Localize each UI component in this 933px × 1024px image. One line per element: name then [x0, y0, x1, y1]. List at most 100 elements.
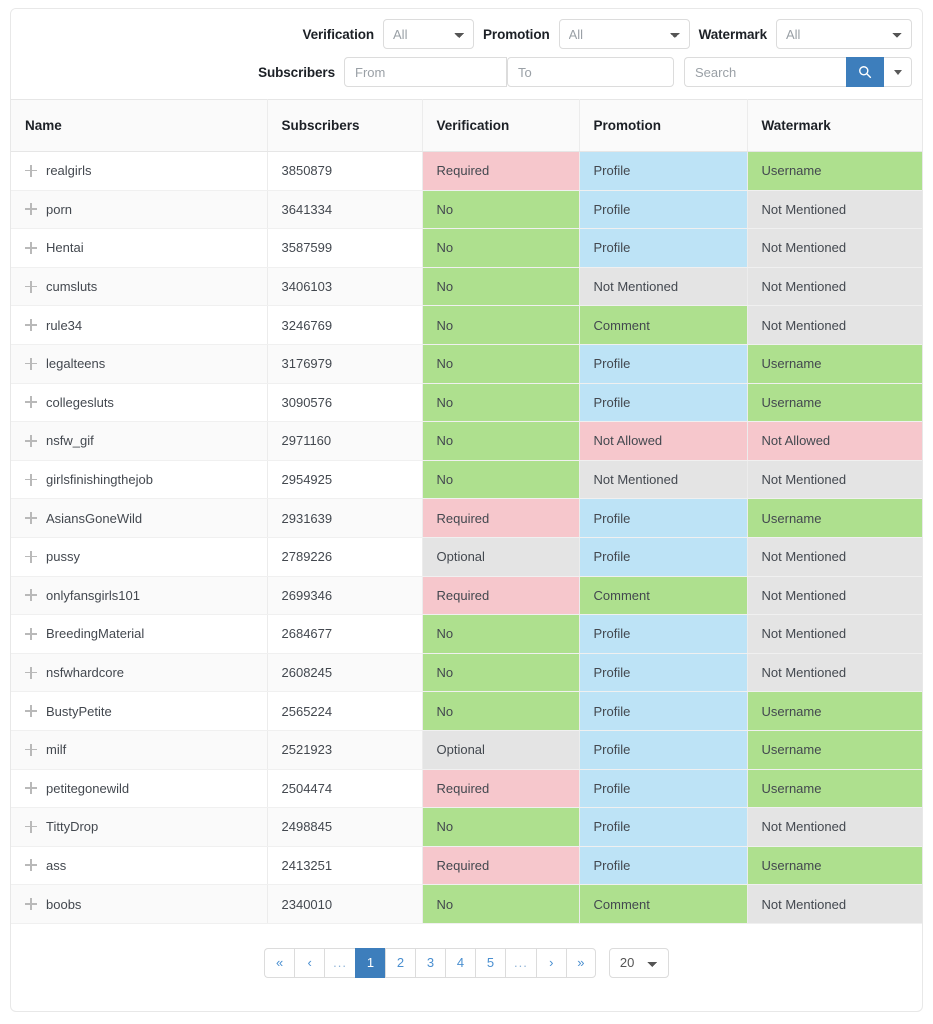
search-button[interactable] — [846, 57, 884, 87]
table-row[interactable]: BreedingMaterial 2684677 No Profile Not Ment… — [11, 614, 922, 654]
plus-icon[interactable] — [25, 705, 37, 718]
table-row[interactable]: nsfw_gif 2971160 No Not Allowed Not Allowed — [11, 421, 922, 461]
cell-verification: No — [422, 228, 580, 268]
cell-name: rule34 — [11, 305, 268, 345]
table-row[interactable]: boobs 2340010 No Comment Not Mentioned — [11, 884, 922, 924]
cell-name: ass — [11, 846, 268, 886]
subscribers-from-input[interactable] — [344, 57, 507, 87]
column-header-verification[interactable]: Verification — [422, 99, 580, 152]
plus-icon[interactable] — [25, 473, 37, 486]
plus-icon[interactable] — [25, 550, 37, 563]
page-5[interactable]: 5 — [475, 947, 505, 978]
search-input[interactable] — [684, 57, 846, 87]
cell-watermark: Not Mentioned — [747, 614, 922, 654]
table-row[interactable]: Hentai 3587599 No Profile Not Mentioned — [11, 228, 922, 268]
promotion-filter-select[interactable]: All — [558, 19, 690, 49]
cell-subscribers: 3246769 — [267, 305, 423, 345]
cell-name: BustyPetite — [11, 691, 268, 731]
plus-icon[interactable] — [25, 512, 37, 525]
subscribers-filter-label: Subscribers — [258, 64, 335, 80]
plus-icon[interactable] — [25, 820, 37, 833]
table-row[interactable]: realgirls 3850879 Required Profile Username — [11, 151, 922, 191]
page-3[interactable]: 3 — [415, 947, 445, 978]
watermark-filter-select[interactable]: All — [776, 19, 912, 49]
subscribers-to-input[interactable] — [507, 57, 674, 87]
column-header-name[interactable]: Name — [11, 99, 268, 152]
page-first[interactable]: « — [264, 947, 295, 978]
plus-icon[interactable] — [25, 164, 37, 177]
data-table-card: Verification All Promotion All Watermark… — [10, 8, 923, 1012]
plus-icon[interactable] — [25, 859, 37, 872]
page-prev[interactable]: ‹ — [294, 947, 325, 978]
cell-subscribers: 3406103 — [267, 267, 423, 307]
table-row[interactable]: TittyDrop 2498845 No Profile Not Mentioned — [11, 807, 922, 847]
table-row[interactable]: pussy 2789226 Optional Profile Not Mentioned — [11, 537, 922, 577]
table-row[interactable]: girlsfinishingthejob 2954925 No Not Mention… — [11, 460, 922, 500]
plus-icon[interactable] — [25, 203, 37, 216]
table-row[interactable]: milf 2521923 Optional Profile Username — [11, 730, 922, 770]
cell-verification: Optional — [422, 537, 580, 577]
table-row[interactable]: cumsluts 3406103 No Not Mentioned Not Mentio… — [11, 267, 922, 307]
cell-watermark: Not Mentioned — [747, 576, 922, 616]
name-wrapper: TittyDrop — [25, 819, 266, 834]
plus-icon[interactable] — [25, 280, 37, 293]
cell-verification: No — [422, 383, 580, 423]
plus-icon[interactable] — [25, 434, 37, 447]
table-row[interactable]: BustyPetite 2565224 No Profile Username — [11, 691, 922, 731]
page-1[interactable]: 1 — [355, 947, 385, 978]
subreddit-name: collegesluts — [46, 394, 114, 410]
table-row[interactable]: AsiansGoneWild 2931639 Required Profile User… — [11, 498, 922, 538]
plus-icon[interactable] — [25, 396, 37, 409]
page-4[interactable]: 4 — [445, 947, 475, 978]
cell-name: collegesluts — [11, 383, 268, 423]
plus-icon[interactable] — [25, 241, 37, 254]
page-ellipsis-left: ... — [324, 947, 355, 978]
subreddit-name: nsfwhardcore — [46, 665, 125, 681]
verification-filter-select[interactable]: All — [383, 19, 475, 49]
table-row[interactable]: legalteens 3176979 No Profile Username — [11, 344, 922, 384]
cell-promotion: Profile — [579, 653, 748, 693]
cell-promotion: Profile — [579, 228, 748, 268]
subreddit-name: rule34 — [46, 317, 83, 333]
plus-icon[interactable] — [25, 627, 37, 640]
subreddit-name: BustyPetite — [46, 703, 112, 719]
cell-watermark: Not Mentioned — [747, 190, 922, 230]
cell-subscribers: 2608245 — [267, 653, 423, 693]
cell-promotion: Profile — [579, 769, 748, 809]
cell-watermark: Not Allowed — [747, 421, 922, 461]
cell-promotion: Profile — [579, 151, 748, 191]
promotion-filter-label: Promotion — [483, 26, 550, 42]
table-row[interactable]: porn 3641334 No Profile Not Mentioned — [11, 190, 922, 230]
plus-icon[interactable] — [25, 319, 37, 332]
name-wrapper: ass — [25, 858, 266, 873]
cell-subscribers: 2954925 — [267, 460, 423, 500]
page-size-select[interactable]: 2050100 — [608, 947, 669, 978]
name-wrapper: girlsfinishingthejob — [25, 472, 266, 487]
column-header-promotion[interactable]: Promotion — [579, 99, 748, 152]
plus-icon[interactable] — [25, 589, 37, 602]
cell-subscribers: 2413251 — [267, 846, 423, 886]
search-options-dropdown-button[interactable] — [884, 57, 912, 87]
pagination: «‹... 1 2 3 4 5... ›» — [264, 947, 596, 978]
table-row[interactable]: rule34 3246769 No Comment Not Mentioned — [11, 305, 922, 345]
plus-icon[interactable] — [25, 782, 37, 795]
table-row[interactable]: onlyfansgirls101 2699346 Required Comment No… — [11, 576, 922, 616]
subreddit-name: BreedingMaterial — [46, 626, 145, 642]
plus-icon[interactable] — [25, 743, 37, 756]
plus-icon[interactable] — [25, 666, 37, 679]
table-row[interactable]: nsfwhardcore 2608245 No Profile Not Mentione… — [11, 653, 922, 693]
column-header-subscribers[interactable]: Subscribers — [267, 99, 423, 152]
page-last[interactable]: » — [565, 947, 596, 978]
subreddit-name: nsfw_gif — [46, 433, 94, 449]
cell-watermark: Username — [747, 691, 922, 731]
table-row[interactable]: collegesluts 3090576 No Profile Username — [11, 383, 922, 423]
column-header-watermark[interactable]: Watermark — [747, 99, 922, 152]
search-group — [684, 57, 912, 87]
page-2[interactable]: 2 — [385, 947, 415, 978]
plus-icon[interactable] — [25, 357, 37, 370]
pagination-zone: «‹...12345...›» 2050100 — [11, 923, 922, 1004]
page-next[interactable]: › — [535, 947, 566, 978]
table-row[interactable]: ass 2413251 Required Profile Username — [11, 846, 922, 886]
table-row[interactable]: petitegonewild 2504474 Required Profile User… — [11, 769, 922, 809]
plus-icon[interactable] — [25, 898, 37, 911]
